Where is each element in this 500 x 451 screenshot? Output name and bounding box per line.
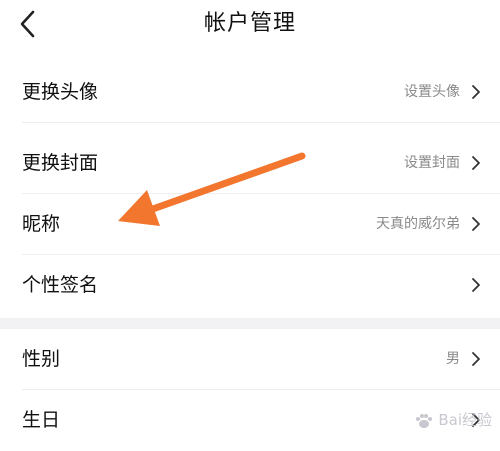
chevron-right-icon — [472, 278, 480, 292]
watermark-text: Bai经验 — [438, 411, 492, 429]
chevron-right-icon — [472, 217, 480, 231]
row-value: 设置头像 — [404, 84, 460, 100]
chevron-right-icon — [472, 156, 480, 170]
row-label: 更换封面 — [22, 152, 99, 174]
header-bar: 帐户管理 — [0, 0, 500, 51]
row-label: 生日 — [22, 409, 61, 431]
row-change-avatar[interactable]: 更换头像 设置头像 — [0, 62, 500, 123]
row-label: 更换头像 — [22, 81, 99, 103]
row-value: 天真的威尔弟 — [376, 216, 460, 232]
row-change-cover[interactable]: 更换封面 设置封面 — [0, 133, 500, 194]
watermark: Bai经验 — [414, 407, 492, 433]
row-value: 设置封面 — [404, 155, 460, 171]
chevron-right-icon — [472, 352, 480, 366]
row-label: 昵称 — [22, 213, 61, 235]
row-gender[interactable]: 性别 男 — [0, 329, 500, 390]
row-value: 男 — [446, 351, 460, 367]
chevron-right-icon — [472, 85, 480, 99]
row-nickname[interactable]: 昵称 天真的威尔弟 — [0, 194, 500, 255]
paw-icon — [415, 413, 432, 428]
page-title: 帐户管理 — [203, 11, 296, 36]
top-spacer — [0, 50, 500, 62]
row-label: 性别 — [22, 348, 61, 370]
row-label: 个性签名 — [22, 274, 99, 296]
section-separator — [0, 318, 500, 329]
row-signature[interactable]: 个性签名 — [0, 255, 500, 316]
divider — [22, 122, 500, 123]
